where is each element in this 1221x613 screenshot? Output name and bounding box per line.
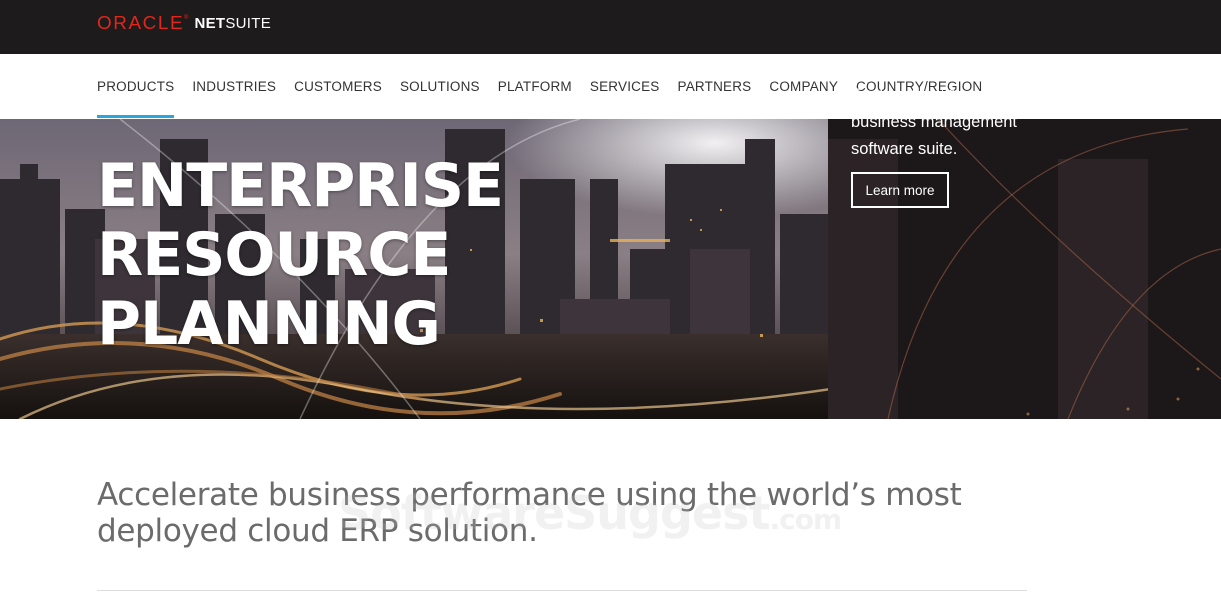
hero-title-line: PLANNING <box>97 289 441 359</box>
hero-banner: ENTERPRISE RESOURCE PLANNING <box>0 119 1221 419</box>
dark-network-background <box>828 119 1221 419</box>
hero-description-line: Explore the #1 cloud <box>851 86 1002 104</box>
logo-net: NET <box>194 14 226 32</box>
intro-heading: Accelerate business performance using th… <box>97 477 1037 549</box>
learn-more-button[interactable]: Learn more <box>851 172 949 208</box>
hero-description: Explore the #1 cloud business management… <box>851 82 1051 163</box>
nav-item-industries[interactable]: INDUSTRIES <box>192 54 276 119</box>
nav-item-products[interactable]: PRODUCTS <box>97 54 175 119</box>
intro-line: deployed cloud ERP solution. <box>97 513 538 549</box>
nav-item-company[interactable]: COMPANY <box>769 54 838 119</box>
top-bar: ORACLE ® NETSUITE <box>0 0 1221 54</box>
nav-item-platform[interactable]: PLATFORM <box>498 54 572 119</box>
nav-item-customers[interactable]: CUSTOMERS <box>294 54 382 119</box>
oracle-netsuite-logo[interactable]: ORACLE ® NETSUITE <box>97 12 271 34</box>
nav-item-solutions[interactable]: SOLUTIONS <box>400 54 480 119</box>
intro-line: Accelerate business performance using th… <box>97 477 962 513</box>
hero-title: ENTERPRISE RESOURCE PLANNING <box>97 151 504 359</box>
logo-trademark: ® <box>184 15 189 21</box>
nav-item-services[interactable]: SERVICES <box>590 54 660 119</box>
hero-description-line: software suite. <box>851 140 958 158</box>
hero-title-line: RESOURCE <box>97 220 451 290</box>
logo-netsuite-wordmark: NETSUITE <box>194 15 271 32</box>
section-divider <box>97 590 1027 591</box>
hero-description-line: business management <box>851 113 1018 131</box>
hero-title-line: ENTERPRISE <box>97 151 504 221</box>
nav-item-partners[interactable]: PARTNERS <box>678 54 752 119</box>
logo-suite: SUITE <box>225 14 272 32</box>
logo-oracle-wordmark: ORACLE <box>97 12 185 33</box>
